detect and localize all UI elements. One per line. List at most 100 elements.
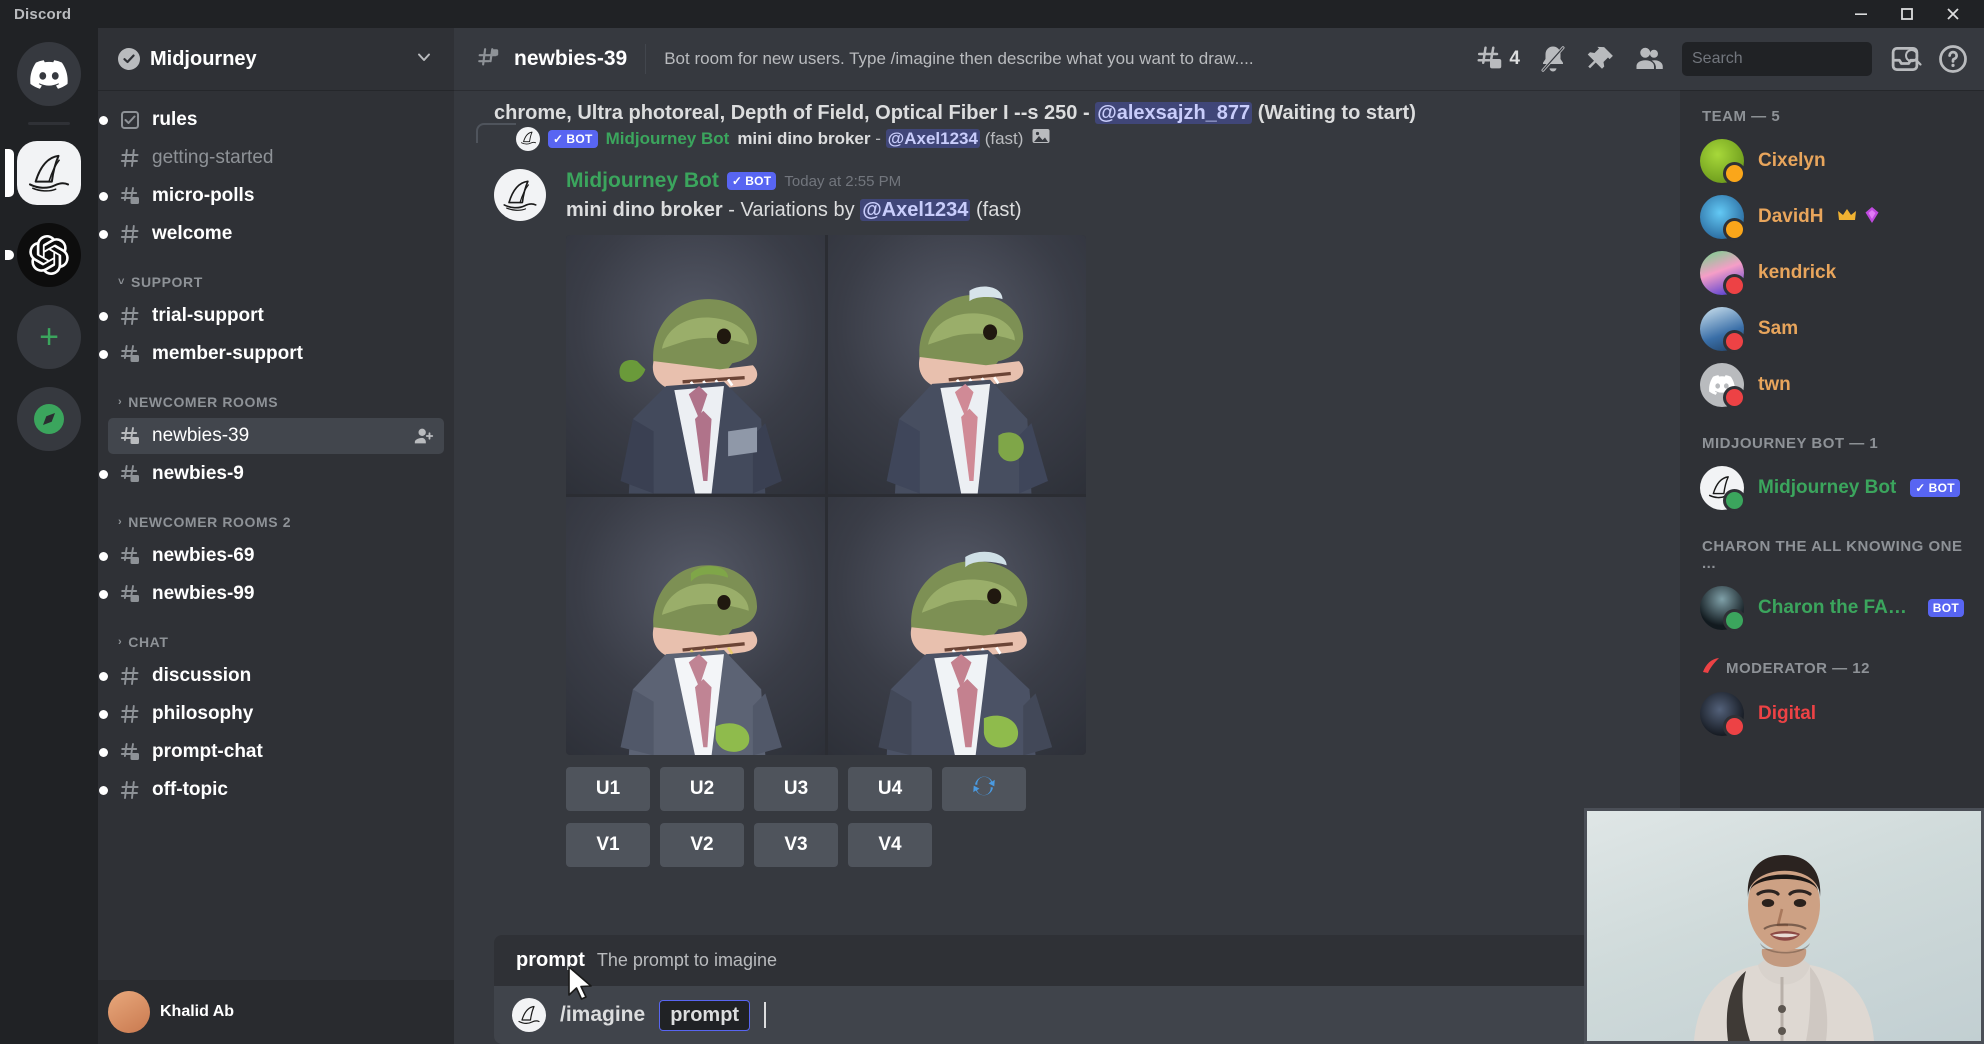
sidebar-channel-trial-support[interactable]: trial-support [108,298,444,334]
sidebar-channel-micro-polls[interactable]: micro-polls [108,178,444,214]
hash-thread-icon [117,545,143,567]
generated-image-grid[interactable] [566,235,1086,755]
unread-bullet [99,230,108,239]
sidebar-channel-getting-started[interactable]: getting-started [108,140,444,176]
moderator-icon [1702,658,1720,678]
status-badge [1723,386,1746,409]
unread-bullet [99,672,108,681]
sidebar-channel-philosophy[interactable]: philosophy [108,696,444,732]
notification-settings-button[interactable] [1538,44,1568,74]
channel-label: philosophy [152,703,435,725]
bot-badge-label: BOT [1929,481,1955,495]
message-scroller[interactable]: chrome, Ultra photoreal, Depth of Field,… [454,90,1680,935]
variation-button-v3[interactable]: V3 [754,823,838,867]
member-item[interactable]: twn [1690,357,1974,413]
slash-command-label: /imagine [560,1003,645,1027]
user-name: Khalid Ab [160,1003,444,1021]
image-cell-1[interactable] [566,235,825,494]
avatar [1700,251,1744,295]
message-input[interactable]: /imagine prompt 🙂 [494,986,1660,1044]
sidebar-channel-newbies-99[interactable]: newbies-99 [108,576,444,612]
threads-button[interactable]: 4 [1475,44,1520,74]
sidebar-channel-prompt-chat[interactable]: prompt-chat [108,734,444,770]
upscale-button-u1[interactable]: U1 [566,767,650,811]
prompt-argument-chip[interactable]: prompt [659,1000,750,1031]
channel-label: prompt-chat [152,741,435,763]
sidebar-channel-welcome[interactable]: welcome [108,216,444,252]
member-item[interactable]: Digital [1690,686,1974,742]
variation-button-v2[interactable]: V2 [660,823,744,867]
reply-spine [476,123,516,143]
maximize-icon[interactable] [1884,0,1930,28]
server-icon-midjourney[interactable] [13,137,85,209]
server-name: Midjourney [150,48,404,71]
variation-button-v1[interactable]: V1 [566,823,650,867]
avatar[interactable] [494,169,546,221]
add-member-icon[interactable] [413,425,435,447]
chevron-down-icon[interactable] [414,47,434,72]
avatar [108,991,150,1033]
reply-author[interactable]: Midjourney Bot [606,129,730,149]
inbox-button[interactable] [1890,44,1920,74]
bot-badge: BOT [1928,599,1964,617]
server-header[interactable]: Midjourney [98,28,454,90]
user-panel-names: Khalid Ab [160,1003,444,1021]
category-newcomer-rooms[interactable]: › NEWCOMER ROOMS [98,374,454,416]
search-input[interactable] [1682,42,1872,76]
member-item[interactable]: Sam [1690,301,1974,357]
upscale-button-u4[interactable]: U4 [848,767,932,811]
channel-list[interactable]: rules getting-started micro-polls [98,90,454,980]
pinned-messages-button[interactable] [1586,44,1616,74]
member-item[interactable]: Charon the FAQ ... BOT [1690,580,1974,636]
image-cell-2[interactable] [828,235,1087,494]
category-newcomer-rooms-2[interactable]: › NEWCOMER ROOMS 2 [98,494,454,536]
member-item[interactable]: DavidH [1690,189,1974,245]
user-mention[interactable]: @alexsajzh_877 [1095,102,1252,124]
minimize-icon[interactable] [1838,0,1884,28]
server-icon-openai[interactable] [13,219,85,291]
member-item[interactable]: Midjourney Bot ✓ BOT [1690,460,1974,516]
variation-button-row: V1 V2 V3 V4 [566,823,1620,867]
user-panel[interactable]: Khalid Ab [98,980,454,1044]
avatar [1700,195,1744,239]
bot-badge-label: BOT [566,132,592,146]
member-list-toggle[interactable] [1634,44,1664,74]
member-item[interactable]: Cixelyn [1690,133,1974,189]
status-badge [1723,489,1746,512]
upscale-button-u2[interactable]: U2 [660,767,744,811]
category-chat[interactable]: › CHAT [98,614,454,656]
sidebar-channel-off-topic[interactable]: off-topic [108,772,444,808]
sidebar-channel-newbies-9[interactable]: newbies-9 [108,456,444,492]
member-item[interactable]: kendrick [1690,245,1974,301]
upscale-button-u3[interactable]: U3 [754,767,838,811]
channel-header: newbies-39 Bot room for new users. Type … [454,28,1984,90]
explore-servers-button[interactable] [13,383,85,455]
sidebar-channel-member-support[interactable]: member-support [108,336,444,372]
reroll-button[interactable] [942,767,1026,811]
server-icon-home[interactable] [13,38,85,110]
channel-label: newbies-69 [152,545,435,567]
job-status: (Waiting to start) [1258,102,1416,124]
image-cell-3[interactable] [566,497,825,756]
add-server-button[interactable]: + [13,301,85,373]
avatar [1700,307,1744,351]
sidebar-channel-rules[interactable]: rules [108,102,444,138]
user-mention[interactable]: @Axel1234 [886,129,980,148]
command-autocomplete[interactable]: prompt The prompt to imagine [494,935,1660,986]
status-badge [1723,162,1746,185]
sidebar-channel-newbies-39[interactable]: newbies-39 [108,418,444,454]
search-field[interactable] [1692,50,1899,68]
reply-preview[interactable]: ✓ BOT Midjourney Bot mini dino broker - … [454,126,1660,151]
image-cell-4[interactable] [828,497,1087,756]
window-controls [1838,0,1976,28]
sidebar-channel-newbies-69[interactable]: newbies-69 [108,538,444,574]
user-mention[interactable]: @Axel1234 [860,199,970,221]
help-button[interactable] [1938,44,1968,74]
verified-icon [118,48,140,70]
sidebar-channel-discussion[interactable]: discussion [108,658,444,694]
close-icon[interactable] [1930,0,1976,28]
message-author[interactable]: Midjourney Bot [566,169,719,193]
category-support[interactable]: ˅ SUPPORT [98,254,454,296]
variation-button-v4[interactable]: V4 [848,823,932,867]
channel-label: welcome [152,223,435,245]
